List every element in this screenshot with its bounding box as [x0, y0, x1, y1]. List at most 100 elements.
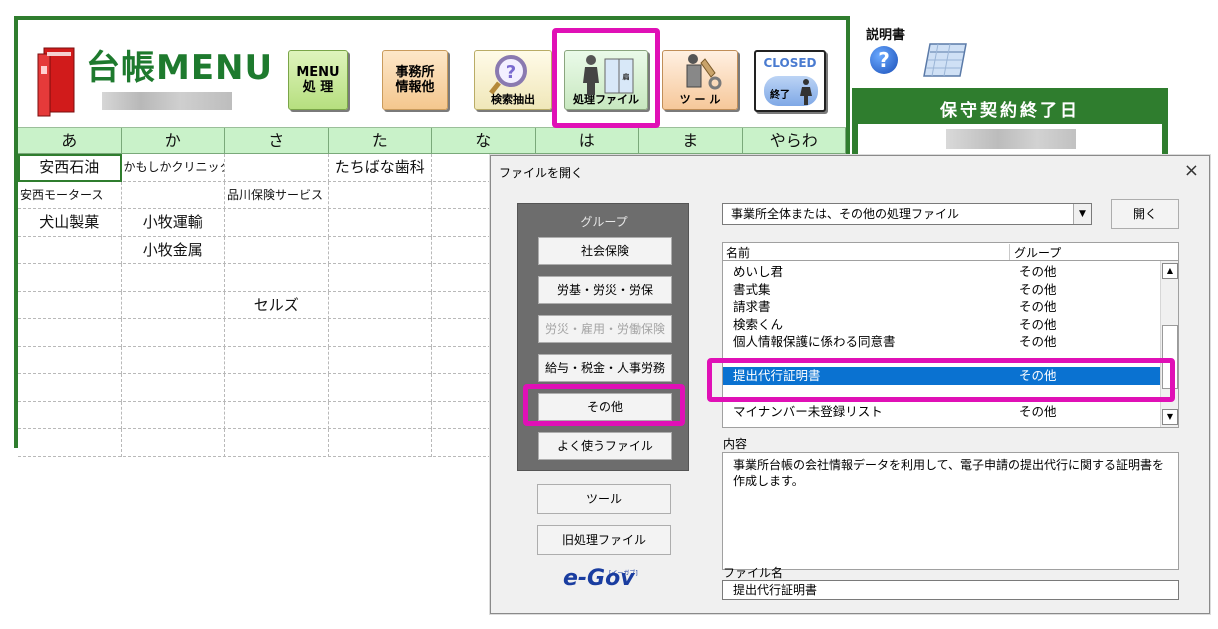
list-item[interactable]: 個人情報保護に係わる同意書 その他 — [723, 333, 1161, 351]
company-cell — [18, 291, 122, 319]
company-cell[interactable]: たちばな歯科 — [329, 154, 432, 182]
company-cell[interactable]: 小牧金属 — [122, 236, 225, 264]
selected-file-highlight — [707, 358, 1175, 402]
company-cell — [329, 319, 432, 347]
company-cell — [122, 401, 225, 429]
file-list[interactable]: めいし君 その他 書式集 その他 請求書 その他 検索くん その他 個人情報保護に係わる同意書そ… — [722, 260, 1179, 428]
list-item[interactable]: 検索くん その他 — [723, 316, 1161, 334]
company-cell — [122, 429, 225, 457]
company-cell[interactable]: 安西石油 — [18, 154, 122, 182]
kana-tab-ha[interactable]: は — [536, 128, 639, 154]
open-button[interactable]: 開く — [1111, 199, 1179, 229]
tools-icon — [686, 54, 722, 90]
list-item[interactable]: マイナンバー未登録リスト その他 — [723, 403, 1161, 421]
egov-tag: [イーガブ] — [609, 570, 638, 577]
company-cell[interactable]: 安西モータース — [18, 181, 122, 209]
svg-text:?: ? — [506, 62, 516, 83]
company-cell — [329, 429, 432, 457]
app-window: 台帳MENU MENU 処 理 事務所 情報他 ? 検索抽出 扁 処理ファイル … — [0, 0, 1218, 629]
dialog-title: ファイルを開く — [499, 166, 584, 180]
other-group-highlight — [523, 384, 685, 426]
company-cell — [18, 374, 122, 402]
menu-process-label-2: 処 理 — [302, 80, 334, 95]
kana-tab-ta[interactable]: た — [329, 128, 432, 154]
group-social-insurance-button[interactable]: 社会保険 — [538, 237, 672, 265]
group-labor-standards-button[interactable]: 労基・労災・労保 — [538, 276, 672, 304]
closed-exit-button[interactable]: CLOSED 終了 — [754, 50, 826, 112]
kana-tab-ka[interactable]: か — [122, 128, 225, 154]
company-cell[interactable]: 小牧運輸 — [122, 209, 225, 237]
company-cell — [18, 236, 122, 264]
file-name: めいし君 — [733, 264, 784, 279]
menu-process-label-1: MENU — [296, 65, 340, 80]
file-list-scrollbar[interactable]: ▲ ▼ — [1160, 261, 1178, 427]
kana-tab-ma[interactable]: ま — [639, 128, 743, 154]
group-labor-insurance-button: 労災・雇用・労働保険 — [538, 315, 672, 343]
company-cell — [18, 264, 122, 292]
group-panel: グループ 社会保険 労基・労災・労保 労災・雇用・労働保険 給与・税金・人事労務… — [517, 203, 689, 471]
company-cell — [18, 401, 122, 429]
company-cell — [225, 264, 329, 292]
company-cell — [225, 209, 329, 237]
file-group: その他 — [1019, 264, 1057, 279]
calendar-icon[interactable] — [922, 40, 968, 78]
search-extract-button[interactable]: ? 検索抽出 — [474, 50, 552, 110]
company-cell — [225, 154, 329, 182]
ledger-book-icon — [37, 47, 75, 117]
chevron-down-icon[interactable]: ▼ — [1073, 204, 1091, 224]
scroll-up-icon[interactable]: ▲ — [1162, 263, 1178, 279]
company-cell — [329, 209, 432, 237]
list-item[interactable]: 請求書 その他 — [723, 298, 1161, 316]
content-description: 事業所台帳の会社情報データを利用して、電子申請の提出代行に関する証明書を作成しま… — [722, 452, 1179, 570]
company-cell[interactable]: セルズ — [225, 291, 329, 319]
file-name: 検索くん — [733, 316, 784, 332]
menu-process-button[interactable]: MENU 処 理 — [288, 50, 348, 110]
company-cell[interactable]: 品川保険サービス — [225, 181, 329, 209]
office-info-label-1: 事務所 — [395, 65, 435, 80]
closed-label: CLOSED — [763, 56, 817, 70]
kana-tab-na[interactable]: な — [432, 128, 536, 154]
kana-tab-a[interactable]: あ — [18, 128, 122, 154]
tool-label: ツ ー ル — [679, 93, 721, 106]
group-column-header[interactable]: グループ — [1009, 244, 1061, 261]
office-info-button[interactable]: 事務所 情報他 — [382, 50, 448, 110]
tool-button[interactable]: ツ ー ル — [662, 50, 738, 110]
manual-label: 説明書 — [866, 28, 906, 43]
file-group: その他 — [1019, 404, 1057, 419]
kana-tab-yarawa[interactable]: やらわ — [743, 128, 846, 154]
scroll-down-icon[interactable]: ▼ — [1162, 409, 1178, 425]
file-name: 書式集 — [733, 281, 771, 297]
list-item[interactable]: めいし君 その他 — [723, 263, 1161, 281]
office-name-redacted — [102, 92, 232, 110]
company-cell — [122, 374, 225, 402]
magnifier-icon: ? — [489, 55, 527, 95]
list-item[interactable]: 書式集 その他 — [723, 281, 1161, 299]
old-files-button[interactable]: 旧処理ファイル — [537, 525, 671, 555]
company-cell — [329, 346, 432, 374]
tool-dialog-button[interactable]: ツール — [537, 484, 671, 514]
company-cell — [225, 429, 329, 457]
company-cell — [122, 181, 225, 209]
company-cell[interactable]: 犬山製菓 — [18, 209, 122, 237]
exit-person-icon — [800, 79, 812, 105]
process-file-highlight — [552, 28, 660, 128]
app-title: 台帳MENU — [86, 48, 274, 88]
name-column-header[interactable]: 名前 — [726, 244, 750, 261]
help-icon[interactable]: ? — [870, 46, 898, 74]
close-icon[interactable]: × — [1184, 160, 1199, 181]
filename-field[interactable]: 提出代行証明書 — [722, 580, 1179, 600]
kana-tab-sa[interactable]: さ — [225, 128, 329, 154]
group-favorites-button[interactable]: よく使うファイル — [538, 432, 672, 460]
company-cell — [122, 291, 225, 319]
group-label: グループ — [580, 215, 628, 229]
maintenance-date-box — [858, 124, 1162, 158]
group-payroll-tax-button[interactable]: 給与・税金・人事労務 — [538, 354, 672, 382]
company-cell — [225, 374, 329, 402]
company-cell — [329, 291, 432, 319]
file-category-select[interactable]: 事業所全体または、その他の処理ファイル ▼ — [722, 203, 1092, 225]
company-cell[interactable]: かもしかクリニック — [122, 154, 225, 182]
open-file-dialog: ファイルを開く × グループ 社会保険 労基・労災・労保 労災・雇用・労働保険 … — [490, 155, 1210, 614]
file-group: その他 — [1019, 316, 1057, 332]
company-cell — [329, 264, 432, 292]
kana-index-row: あ か さ た な は ま やらわ — [18, 128, 846, 154]
